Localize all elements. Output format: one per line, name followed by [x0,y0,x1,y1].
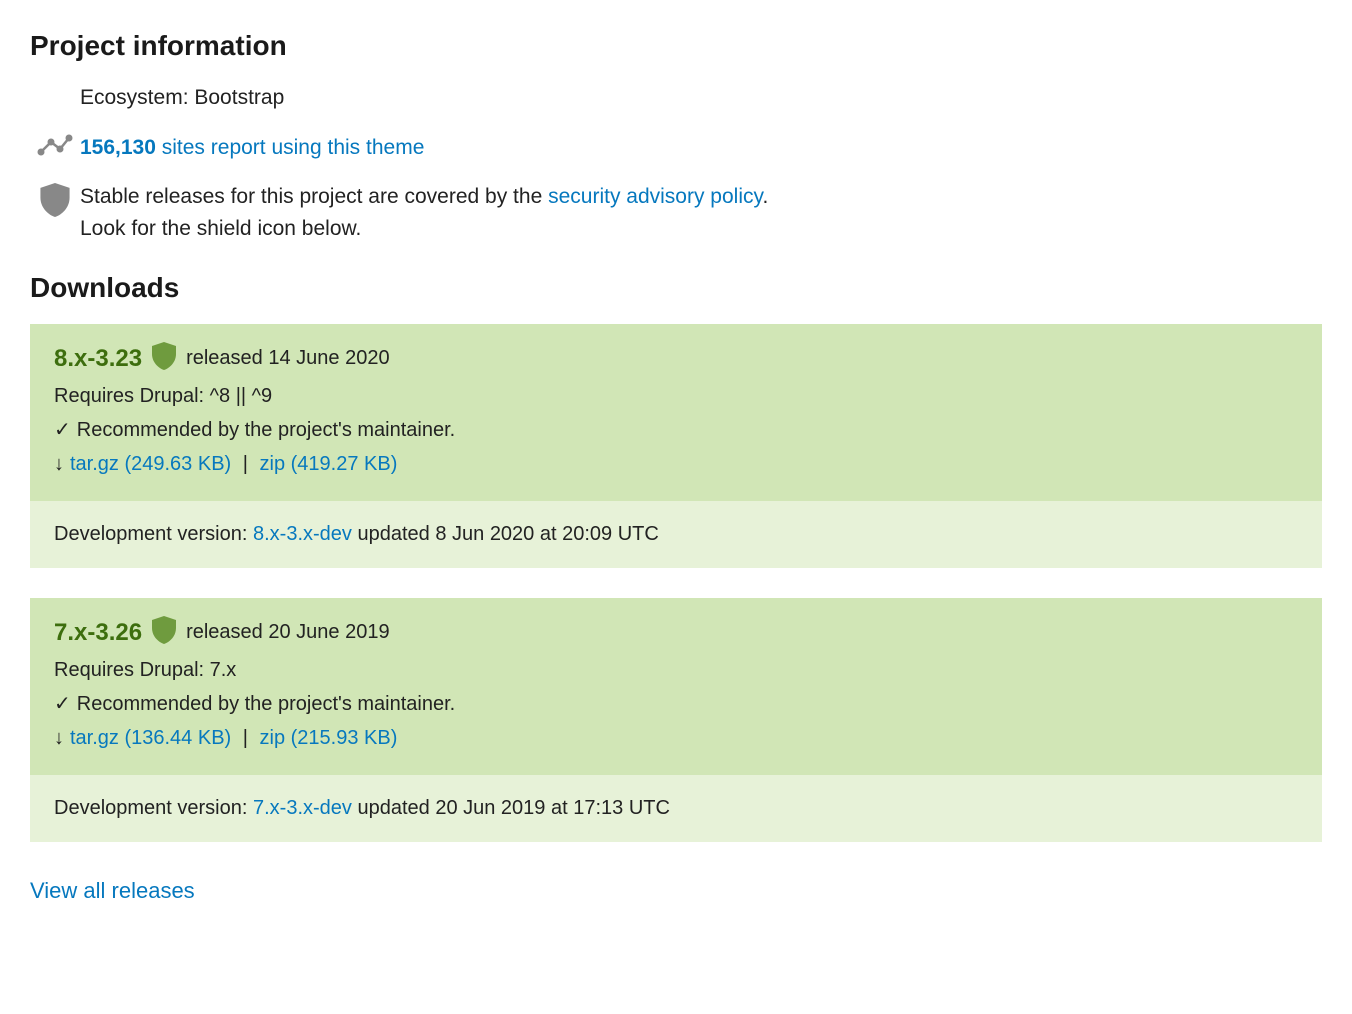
separator: | [237,727,253,749]
dev-version-label: Development version: [54,797,253,819]
download-arrow-icon: ↓ [54,723,64,753]
usage-row: 156,130 sites report using this theme [30,132,1322,164]
security-text-2: . [762,185,768,208]
chart-icon [30,132,80,156]
shield-icon [152,616,176,649]
release-block: 8.x-3.23 released 14 June 2020 Requires … [30,324,1322,568]
project-info-heading: Project information [30,30,1322,62]
view-all-releases-link[interactable]: View all releases [30,878,195,904]
usage-link[interactable]: 156,130 sites report using this theme [80,136,424,159]
check-icon: ✓ [54,415,71,445]
release-date: released 14 June 2020 [186,347,390,370]
security-row: Stable releases for this project are cov… [30,181,1322,244]
dev-version-link[interactable]: 7.x-3.x-dev [253,797,352,819]
dev-version-row: Development version: 8.x-3.x-dev updated… [30,501,1322,568]
release-date: released 20 June 2019 [186,621,390,644]
targz-download-link[interactable]: tar.gz (136.44 KB) [70,727,231,749]
ecosystem-row: Ecosystem: Bootstrap [30,82,1322,114]
zip-download-link[interactable]: zip (215.93 KB) [260,727,398,749]
check-icon: ✓ [54,689,71,719]
targz-download-link[interactable]: tar.gz (249.63 KB) [70,453,231,475]
dev-updated: updated 8 Jun 2020 at 20:09 UTC [352,523,659,545]
ecosystem-value: Bootstrap [194,86,284,109]
recommended-line: ✓Recommended by the project's maintainer… [54,689,1298,719]
dev-version-link[interactable]: 8.x-3.x-dev [253,523,352,545]
release-block: 7.x-3.26 released 20 June 2019 Requires … [30,598,1322,842]
security-text-1: Stable releases for this project are cov… [80,185,548,208]
ecosystem-label: Ecosystem: [80,86,194,109]
downloads-heading: Downloads [30,272,1322,304]
usage-text: sites report using this theme [156,136,424,159]
download-arrow-icon: ↓ [54,449,64,479]
security-text-3: Look for the shield icon below. [80,217,361,240]
security-policy-link[interactable]: security advisory policy [548,185,762,208]
release-version-link[interactable]: 8.x-3.23 [54,345,142,373]
dev-updated: updated 20 Jun 2019 at 17:13 UTC [352,797,670,819]
separator: | [237,453,253,475]
recommended-line: ✓Recommended by the project's maintainer… [54,415,1298,445]
dev-version-label: Development version: [54,523,253,545]
requires-line: Requires Drupal: ^8 || ^9 [54,381,1298,411]
release-version-link[interactable]: 7.x-3.26 [54,619,142,647]
zip-download-link[interactable]: zip (419.27 KB) [260,453,398,475]
shield-icon [152,342,176,375]
requires-line: Requires Drupal: 7.x [54,655,1298,685]
dev-version-row: Development version: 7.x-3.x-dev updated… [30,775,1322,842]
shield-icon [30,181,80,217]
usage-count: 156,130 [80,136,156,159]
